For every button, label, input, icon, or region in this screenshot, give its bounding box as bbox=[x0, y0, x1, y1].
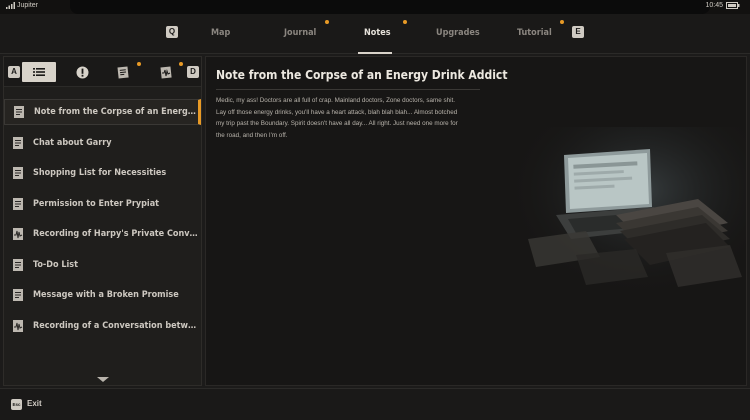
list-item-label: Recording of Harpy's Private Conversatio… bbox=[33, 229, 198, 239]
list-icon bbox=[33, 68, 45, 76]
filter-important-button[interactable] bbox=[65, 62, 99, 82]
tab-map[interactable]: Map bbox=[211, 28, 230, 38]
list-item[interactable]: To-Do List bbox=[4, 252, 201, 278]
device-status-bar: Jupiter 10:45 bbox=[0, 0, 750, 14]
prev-tab-key[interactable]: Q bbox=[166, 26, 178, 38]
battery-icon bbox=[726, 2, 740, 9]
notes-list-panel: A D Note from the Corpse of an Energy Ch… bbox=[3, 56, 202, 386]
list-item-label: Message with a Broken Promise bbox=[33, 290, 179, 300]
list-item-label: Permission to Enter Prypiat bbox=[33, 198, 160, 209]
scroll-down-arrow-icon[interactable] bbox=[97, 377, 109, 382]
note-icon bbox=[117, 66, 129, 78]
carrier-name: Jupiter bbox=[17, 2, 39, 9]
journal-notification-dot bbox=[325, 20, 329, 24]
tab-notes[interactable]: Notes bbox=[364, 28, 391, 38]
list-item[interactable]: Chat about Garry bbox=[4, 130, 201, 156]
filter-all-button[interactable] bbox=[22, 62, 56, 82]
note-icon bbox=[13, 136, 23, 149]
signal-icon bbox=[6, 2, 15, 9]
prev-filter-key[interactable]: A bbox=[8, 66, 20, 78]
audio-note-icon bbox=[13, 228, 23, 240]
list-item-label: Chat about Garry bbox=[33, 137, 112, 148]
list-item[interactable]: Recording of Harpy's Private Conversatio… bbox=[4, 221, 201, 247]
esc-key[interactable]: Esc bbox=[11, 399, 22, 410]
note-body: Medic, my ass! Doctors are all full of c… bbox=[216, 97, 458, 139]
list-item-label: Shopping List for Necessities bbox=[33, 168, 167, 178]
note-icon bbox=[14, 106, 24, 118]
notes-notification-dot bbox=[403, 20, 407, 24]
top-nav: Q Map Journal Notes Upgrades Tutorial E bbox=[0, 14, 750, 54]
next-tab-key[interactable]: E bbox=[572, 26, 584, 38]
active-tab-indicator bbox=[358, 52, 392, 54]
note-title: Note from the Corpse of an Energy Drink … bbox=[216, 68, 508, 82]
list-item-label: To-Do List bbox=[33, 259, 78, 270]
note-icon bbox=[13, 167, 23, 179]
list-item-label: Recording of a Conversation between Faus… bbox=[33, 320, 198, 331]
note-icon bbox=[13, 289, 23, 301]
filter-recordings-button[interactable] bbox=[149, 62, 183, 82]
note-detail-panel: Note from the Corpse of an Energy Drink … bbox=[205, 56, 747, 386]
filter-bar: A D bbox=[4, 57, 201, 87]
tab-upgrades[interactable]: Upgrades bbox=[436, 28, 480, 38]
screen-notch bbox=[70, 0, 710, 14]
list-item-label: Note from the Corpse of an Energy Drink … bbox=[34, 107, 198, 117]
exclamation-icon bbox=[76, 66, 88, 78]
notes-filter-dot bbox=[137, 62, 141, 66]
title-divider bbox=[216, 89, 480, 90]
tab-tutorial[interactable]: Tutorial bbox=[517, 28, 552, 38]
next-filter-key[interactable]: D bbox=[187, 66, 199, 78]
note-icon bbox=[13, 197, 23, 210]
filter-notes-button[interactable] bbox=[106, 62, 140, 82]
list-item[interactable]: Shopping List for Necessities bbox=[4, 160, 201, 186]
tutorial-notification-dot bbox=[560, 20, 564, 24]
list-item[interactable]: Permission to Enter Prypiat bbox=[4, 191, 201, 217]
audio-note-icon bbox=[160, 66, 172, 78]
bottom-bar: Esc Exit bbox=[0, 388, 750, 420]
notes-list: Note from the Corpse of an Energy Drink … bbox=[4, 99, 201, 343]
exit-button[interactable]: Exit bbox=[27, 399, 42, 408]
tab-journal[interactable]: Journal bbox=[284, 28, 316, 38]
note-illustration bbox=[516, 127, 746, 307]
note-icon bbox=[13, 258, 23, 271]
list-item[interactable]: Note from the Corpse of an Energy Drink … bbox=[4, 99, 201, 125]
recordings-filter-dot bbox=[179, 62, 183, 66]
clock-time: 10:45 bbox=[705, 2, 723, 9]
list-item[interactable]: Message with a Broken Promise bbox=[4, 282, 201, 308]
list-item[interactable]: Recording of a Conversation between Faus… bbox=[4, 313, 201, 339]
audio-note-icon bbox=[13, 319, 23, 332]
